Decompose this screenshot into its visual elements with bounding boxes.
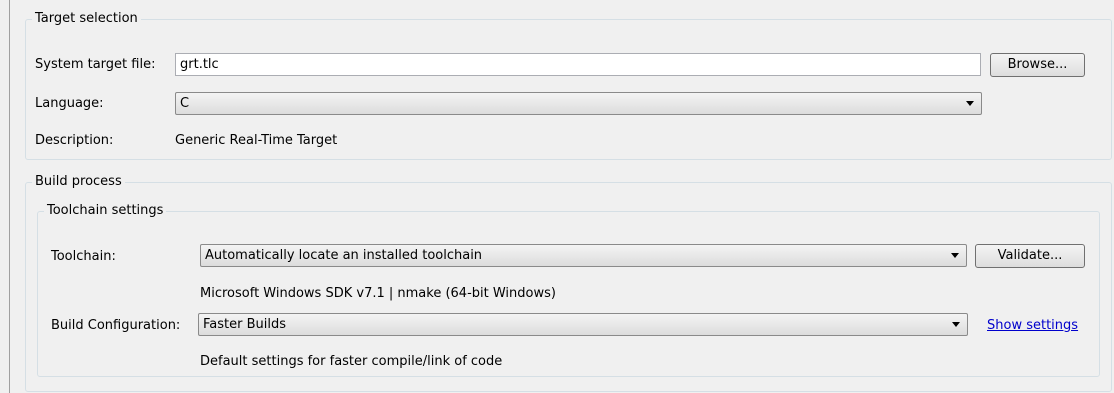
build-configuration-select[interactable]: Faster Builds <box>198 313 968 336</box>
validate-button[interactable]: Validate... <box>975 244 1085 268</box>
toolchain-select-value: Automatically locate an installed toolch… <box>205 248 483 263</box>
language-label: Language: <box>35 96 104 111</box>
toolchain-settings-group: Toolchain settings <box>37 204 1100 377</box>
panel-left-border <box>9 0 10 393</box>
build-configuration-label: Build Configuration: <box>51 318 181 333</box>
system-target-file-input[interactable]: grt.tlc <box>175 53 981 76</box>
build-configuration-description: Default settings for faster compile/link… <box>200 354 503 369</box>
description-label: Description: <box>35 133 114 148</box>
toolchain-settings-title: Toolchain settings <box>47 203 164 218</box>
language-select-value: C <box>180 96 190 111</box>
system-target-file-label: System target file: <box>35 57 156 72</box>
toolchain-select[interactable]: Automatically locate an installed toolch… <box>200 244 967 267</box>
target-selection-title: Target selection <box>35 11 138 26</box>
chevron-down-icon <box>966 101 974 106</box>
show-settings-link[interactable]: Show settings <box>987 318 1078 333</box>
toolchain-info-text: Microsoft Windows SDK v7.1 | nmake (64-b… <box>200 286 556 301</box>
chevron-down-icon <box>952 322 960 327</box>
description-value: Generic Real-Time Target <box>175 133 338 148</box>
toolchain-label: Toolchain: <box>51 249 116 264</box>
build-configuration-select-value: Faster Builds <box>203 317 287 332</box>
build-process-title: Build process <box>35 174 122 189</box>
chevron-down-icon <box>951 253 959 258</box>
browse-button[interactable]: Browse... <box>990 53 1085 77</box>
language-select[interactable]: C <box>175 92 982 115</box>
